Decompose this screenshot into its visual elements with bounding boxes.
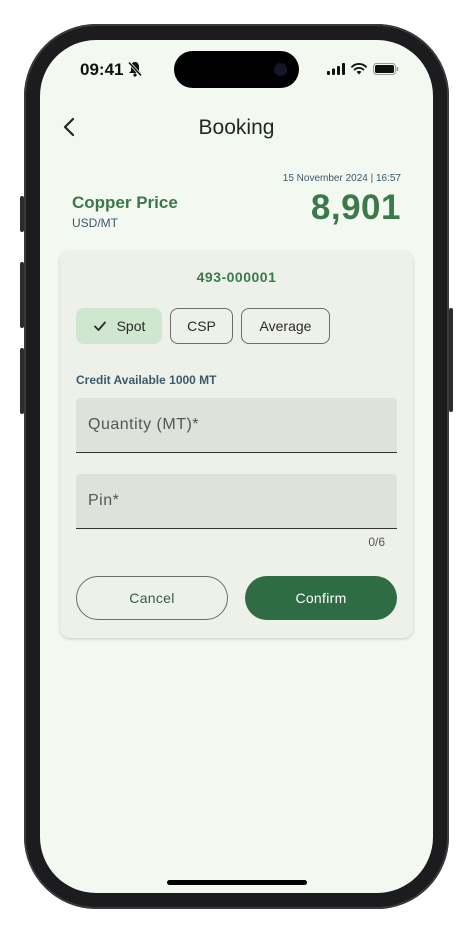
chip-label-average: Average — [259, 318, 312, 334]
power-button — [449, 308, 453, 412]
quantity-input[interactable]: Quantity (MT)* — [76, 398, 397, 453]
volume-up-button — [20, 262, 24, 328]
metal-name: Copper Price — [72, 193, 178, 212]
page-title: Booking — [198, 116, 275, 139]
price-value: 8,901 — [310, 188, 401, 227]
price-type-chip-average[interactable]: Average — [241, 308, 330, 344]
wifi-icon — [351, 63, 367, 75]
status-icons — [327, 63, 399, 75]
price-unit: USD/MT — [72, 216, 118, 230]
cancel-button[interactable]: Cancel — [76, 576, 228, 620]
confirm-button[interactable]: Confirm — [245, 576, 397, 620]
volume-down-button — [20, 348, 24, 414]
bell-slash-icon — [128, 61, 142, 77]
quantity-label: Quantity (MT)* — [88, 416, 200, 433]
signal-icon — [327, 63, 345, 75]
chip-label-spot: Spot — [116, 318, 146, 334]
action-button — [20, 196, 24, 232]
home-indicator[interactable] — [167, 880, 307, 885]
price-type-chip-csp[interactable]: CSP — [170, 308, 233, 344]
dynamic-island — [174, 51, 299, 88]
credit-available: Credit Available 1000 MT — [76, 373, 217, 387]
battery-icon — [373, 63, 399, 75]
account-id: 493-000001 — [196, 269, 277, 285]
booking-card: 493-000001 Spot CSP Average Credit Avail… — [60, 251, 413, 638]
pin-character-counter: 0/6 — [368, 535, 385, 549]
pin-input[interactable]: Pin* — [76, 474, 397, 529]
chip-label-csp: CSP — [187, 318, 216, 334]
price-timestamp: 15 November 2024 | 16:57 — [282, 173, 401, 184]
price-type-chip-spot[interactable]: Spot — [76, 308, 162, 344]
pin-label: Pin* — [88, 492, 120, 509]
status-time: 09:41 — [80, 60, 124, 79]
check-icon — [93, 321, 106, 331]
app-screen: 09:41 Booking 15 November 2024 | 16:57 C… — [40, 40, 433, 893]
camera-icon — [274, 63, 287, 76]
